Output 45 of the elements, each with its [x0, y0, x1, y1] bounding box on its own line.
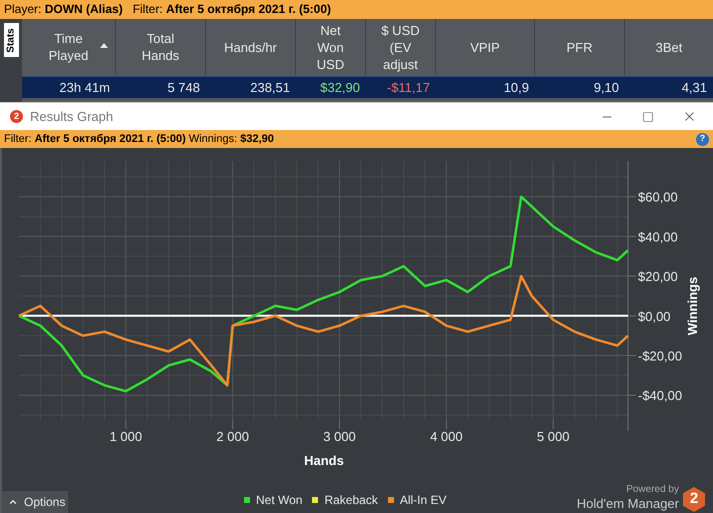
x-tick-label: 3 000 [323, 429, 356, 444]
stats-tab[interactable]: Stats [4, 23, 18, 57]
hexagon-logo-icon: 2 [683, 487, 705, 512]
table-cell: 23h 41m [59, 80, 110, 95]
x-tick-label: 1 000 [110, 429, 142, 444]
table-cell: 238,51 [250, 80, 290, 95]
window-title: Results Graph [30, 108, 114, 126]
player-filter-bar: Player: DOWN (Alias) Filter: After 5 октября 2021 г. (5:00) [0, 0, 713, 19]
y-axis-title: Winnings [685, 276, 700, 336]
x-axis-title: Hands [304, 453, 344, 468]
column-header[interactable]: Total Hands [116, 19, 206, 75]
caret-icon [8, 497, 18, 507]
table-cell: 5 748 [167, 80, 200, 95]
x-tick-label: 2 000 [216, 429, 249, 444]
y-tick-label: $40,00 [638, 229, 678, 244]
legend-label: All-In EV [400, 492, 447, 509]
legend-label: Net Won [256, 492, 302, 509]
x-tick-label: 5 000 [536, 429, 570, 444]
column-header[interactable]: Hands/hr [206, 19, 296, 75]
column-header[interactable]: Time Played [22, 19, 116, 75]
table-cell: 10,9 [504, 80, 529, 95]
y-tick-label: $20,00 [638, 269, 678, 284]
product-name: Hold'em Manager [576, 496, 679, 512]
help-icon[interactable]: ? [696, 132, 709, 146]
column-header[interactable]: VPIP [436, 19, 535, 75]
app-logo-icon: 2 [10, 110, 23, 123]
column-header[interactable]: Net Won USD [296, 19, 366, 75]
y-tick-label: $0,00 [638, 308, 671, 324]
maximize-icon[interactable] [642, 110, 654, 122]
powered-by-text: Powered by [626, 483, 679, 496]
options-button[interactable]: Options [2, 491, 68, 513]
table-cell: -$11,17 [386, 80, 430, 95]
column-header[interactable]: $ USD (EV adjust [366, 19, 436, 75]
table-cell: 9,10 [594, 80, 619, 95]
column-header[interactable]: PFR [535, 19, 625, 75]
y-tick-label: $60,00 [638, 190, 678, 205]
table-row[interactable]: 23h 41m 5 748 238,51 $32,90 -$11,17 10,9 9,10 4,31 [22, 76, 713, 98]
filter-text: Filter: After 5 октября 2021 г. (5:00) Winnings: $32,90 [4, 132, 274, 147]
y-tick-label: -$40,00 [638, 388, 682, 404]
table-cell: $32,90 [320, 80, 360, 95]
legend-label: Rakeback [324, 492, 378, 509]
x-tick-label: 4 000 [430, 429, 463, 444]
column-header[interactable]: 3Bet [625, 19, 713, 75]
y-tick-label: -$20,00 [638, 348, 682, 364]
table-cell: 4,31 [682, 80, 707, 95]
